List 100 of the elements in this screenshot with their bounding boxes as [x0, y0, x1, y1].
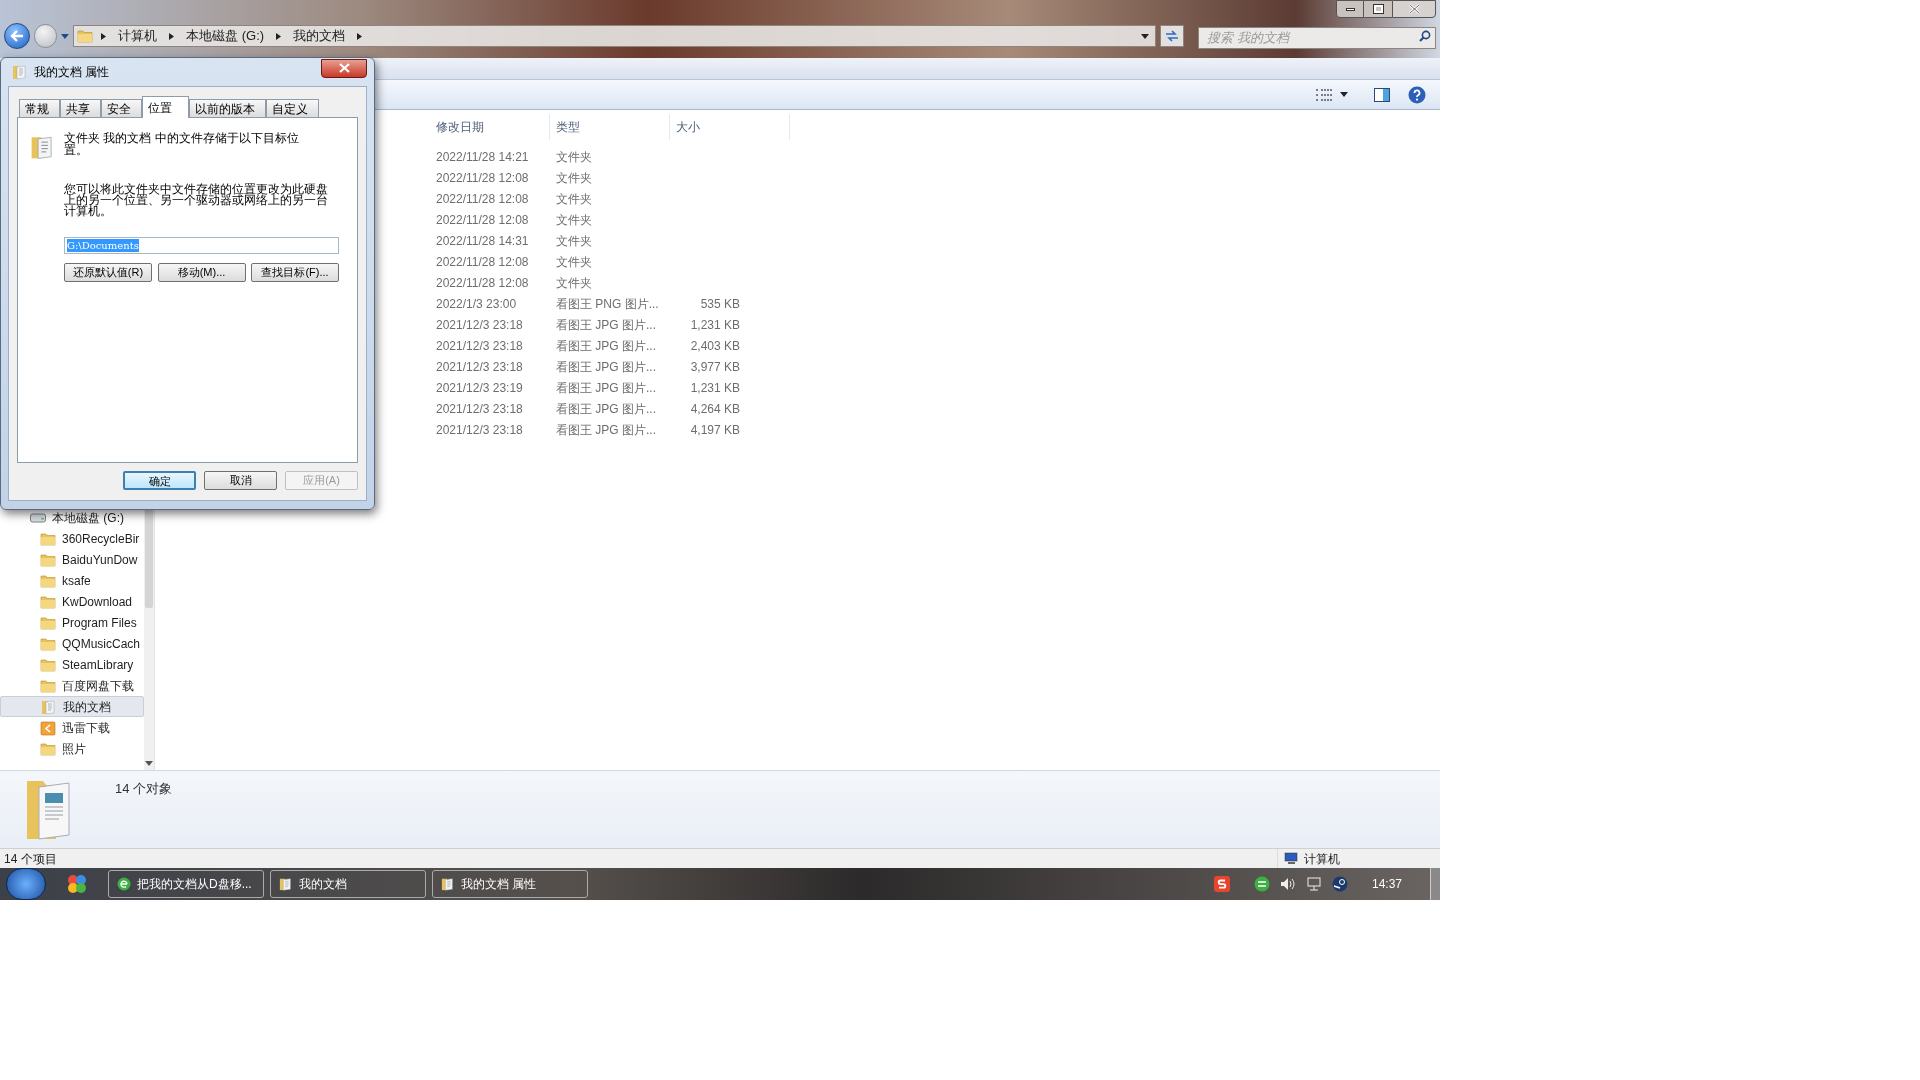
nav-item[interactable]: 360RecycleBir	[0, 528, 145, 549]
type-cell-text: 文件夹	[555, 253, 593, 271]
breadcrumb[interactable]: 计算机	[114, 26, 162, 46]
document-folder-icon	[12, 64, 28, 80]
date-cell-text: 2022/11/28 12:08	[435, 211, 530, 229]
type-cell-text: 文件夹	[555, 232, 593, 250]
minimize-button[interactable]	[1336, 0, 1364, 18]
item-count: 14 个对象	[115, 780, 173, 798]
status-location: 计算机	[1304, 850, 1340, 868]
view-list-icon[interactable]	[1316, 88, 1332, 101]
action-button[interactable]: 还原默认值(R)	[64, 263, 152, 282]
tab[interactable]: 自定义	[266, 99, 319, 117]
type-cell-text: 文件夹	[555, 148, 593, 166]
preview-pane-icon[interactable]	[1374, 87, 1390, 102]
nav-item[interactable]: BaiduYunDow	[0, 549, 145, 570]
type-cell-text: 看图王 JPG 图片...	[555, 316, 657, 334]
document-folder-icon	[41, 698, 57, 715]
size-cell-text: 1,231 KB	[689, 316, 740, 334]
column-header[interactable]: 修改日期	[430, 114, 550, 140]
chevron-icon[interactable]	[169, 32, 175, 40]
taskbar-button[interactable]: 我的文档 属性	[432, 870, 588, 898]
nav-item[interactable]: Program Files	[0, 612, 145, 633]
nav-item[interactable]: QQMusicCach	[0, 633, 145, 654]
breadcrumb[interactable]: 本地磁盘 (G:)	[182, 26, 269, 46]
dialog-button[interactable]: 确定	[123, 471, 196, 490]
volume-icon[interactable]	[1279, 877, 1296, 891]
type-cell-text: 文件夹	[555, 190, 593, 208]
browser-icon	[117, 877, 131, 891]
folder-icon	[40, 551, 56, 568]
type-cell-text: 看图王 JPG 图片...	[555, 337, 657, 355]
size-cell-text: 4,197 KB	[689, 421, 740, 439]
drive-icon	[30, 512, 46, 523]
status-text: 14 个项目	[3, 850, 57, 868]
nav-item[interactable]: 百度网盘下载	[0, 675, 145, 696]
clock[interactable]: 14:37	[1371, 875, 1402, 893]
nav-item[interactable]: 照片	[0, 738, 145, 759]
tab[interactable]: 以前的版本	[189, 99, 266, 117]
date-cell-text: 2021/12/3 23:19	[435, 379, 524, 397]
close-button[interactable]	[321, 58, 367, 78]
tray-app-icon[interactable]	[1253, 876, 1270, 892]
date-cell-text: 2021/12/3 23:18	[435, 421, 524, 439]
intro-text: 文件夹 我的文档 中的文件存储于以下目标位置。	[64, 132, 300, 159]
nav-item[interactable]: 迅雷下载	[0, 717, 145, 738]
explanation-text: 您可以将此文件夹中文件存储的位置更改为此硬盘上的另一个位置、另一个驱动器或网络上的另一台计算机。	[64, 184, 329, 217]
date-cell-text: 2022/11/28 14:31	[435, 232, 530, 250]
size-cell-text: 4,264 KB	[689, 400, 740, 418]
search-field[interactable]: 搜索 我的文档	[1198, 26, 1436, 49]
chevron-icon[interactable]	[276, 32, 282, 40]
app-icon[interactable]	[66, 873, 88, 895]
column-header[interactable]: 类型	[550, 114, 670, 140]
address-bar[interactable]: 计算机 本地磁盘 (G:) 我的文档	[73, 25, 1157, 47]
nav-item[interactable]: KwDownload	[0, 591, 145, 612]
type-cell-text: 看图王 JPG 图片...	[555, 358, 657, 376]
refresh-button[interactable]	[1160, 25, 1185, 47]
back-button[interactable]	[4, 23, 30, 49]
search-icon[interactable]	[1419, 30, 1431, 42]
size-cell-text: 535 KB	[699, 295, 740, 313]
dropdown-caret-icon[interactable]	[1141, 33, 1150, 39]
nav-item[interactable]: 我的文档	[0, 696, 145, 717]
caret-icon[interactable]	[1340, 92, 1348, 97]
folder-icon	[40, 614, 56, 631]
dialog-button[interactable]: 取消	[204, 471, 277, 490]
close-icon	[338, 63, 350, 73]
nav-item[interactable]: ksafe	[0, 570, 145, 591]
tab[interactable]: 位置	[142, 96, 189, 118]
folder-icon	[40, 530, 56, 547]
close-button[interactable]	[1392, 0, 1436, 18]
column-header[interactable]: 大小	[670, 114, 790, 140]
computer-icon	[1284, 852, 1298, 865]
date-cell-text: 2022/11/28 12:08	[435, 253, 530, 271]
taskbar-button[interactable]: 把我的文档从D盘移...	[108, 870, 264, 898]
chevron-icon[interactable]	[101, 32, 107, 40]
restore-button[interactable]	[1364, 0, 1392, 18]
tab[interactable]: 常规	[19, 99, 60, 117]
document-folder-icon	[441, 877, 455, 891]
type-cell-text: 文件夹	[555, 274, 593, 292]
breadcrumb[interactable]: 我的文档	[289, 26, 350, 46]
folder-icon	[77, 28, 94, 44]
folder-icon	[40, 572, 56, 589]
type-cell-text: 看图王 JPG 图片...	[555, 379, 657, 397]
date-cell-text: 2021/12/3 23:18	[435, 316, 524, 334]
network-icon[interactable]	[1305, 877, 1322, 891]
action-button[interactable]: 查找目标(F)...	[251, 263, 339, 282]
tab[interactable]: 安全	[101, 99, 142, 117]
date-cell-text: 2022/11/28 12:08	[435, 274, 530, 292]
download-folder-icon	[40, 719, 56, 736]
tab[interactable]: 共享	[60, 99, 101, 117]
scroll-down-icon[interactable]	[145, 761, 154, 766]
date-cell-text: 2021/12/3 23:18	[435, 400, 524, 418]
input-method-icon[interactable]	[1213, 876, 1230, 892]
chevron-icon[interactable]	[357, 32, 363, 40]
dialog-title: 我的文档 属性	[34, 64, 110, 81]
help-icon[interactable]	[1408, 85, 1426, 104]
start-button[interactable]	[6, 868, 46, 900]
taskbar-button[interactable]: 我的文档	[270, 870, 426, 898]
action-button[interactable]: 移动(M)...	[157, 263, 246, 282]
nav-item[interactable]: SteamLibrary	[0, 654, 145, 675]
size-cell-text: 3,977 KB	[689, 358, 740, 376]
type-cell-text: 文件夹	[555, 211, 593, 229]
nav-item[interactable]: 本地磁盘 (G:)	[0, 507, 145, 528]
